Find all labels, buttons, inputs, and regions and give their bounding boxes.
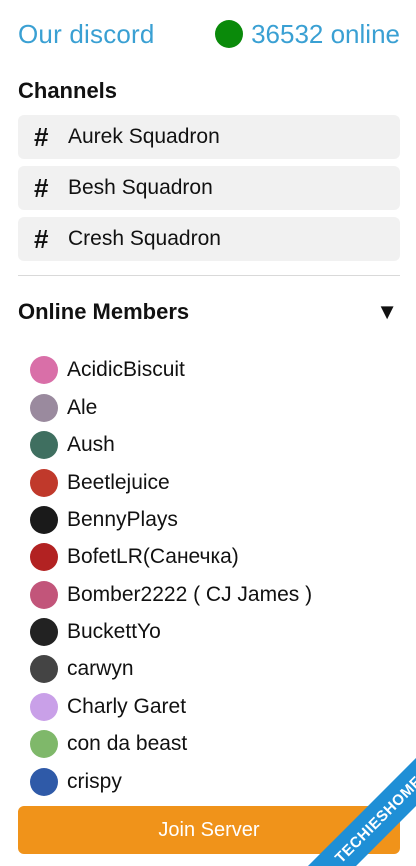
- member-name: Aush: [67, 433, 115, 456]
- watermark-ribbon: TECHIESHOME.COM: [268, 718, 416, 866]
- channel-label: Aurek Squadron: [68, 125, 220, 148]
- member-name: carwyn: [67, 657, 134, 680]
- member-name: AcidicBiscuit: [67, 358, 185, 381]
- member-item[interactable]: BuckettYo: [30, 617, 161, 647]
- member-item[interactable]: crispy: [30, 767, 122, 797]
- avatar: [30, 618, 58, 646]
- online-status-icon: [215, 20, 244, 48]
- member-item[interactable]: carwyn: [30, 654, 134, 684]
- avatar: [30, 655, 58, 683]
- online-counter: 36532 online: [215, 19, 400, 50]
- member-name: Bomber2222 ( CJ James ): [67, 583, 313, 606]
- avatar: [30, 431, 58, 459]
- avatar: [30, 356, 58, 384]
- channel-aurek-squadron[interactable]: # Aurek Squadron: [18, 115, 400, 159]
- discord-widget: Our discord 36532 online Channels # Aure…: [0, 0, 416, 866]
- members-title: Online Members: [18, 299, 190, 324]
- collapse-triangle-icon[interactable]: ▼: [376, 299, 398, 325]
- member-name: Beetlejuice: [67, 471, 170, 494]
- avatar: [30, 543, 58, 571]
- hash-icon: #: [34, 223, 49, 254]
- channel-cresh-squadron[interactable]: # Cresh Squadron: [18, 217, 400, 261]
- member-name: BofetLR(Санечка): [67, 545, 239, 568]
- member-item[interactable]: AcidicBiscuit: [30, 355, 185, 385]
- widget-header: Our discord 36532 online: [18, 14, 400, 54]
- member-item[interactable]: Aush: [30, 430, 115, 460]
- member-item[interactable]: Charly Garet: [30, 692, 186, 722]
- section-divider: [18, 275, 400, 276]
- member-name: crispy: [67, 770, 122, 793]
- channel-besh-squadron[interactable]: # Besh Squadron: [18, 166, 400, 210]
- channel-label: Cresh Squadron: [68, 227, 221, 250]
- hash-icon: #: [34, 172, 49, 203]
- avatar: [30, 730, 58, 758]
- avatar: [30, 469, 58, 497]
- members-header[interactable]: Online Members ▼: [18, 296, 400, 328]
- member-item[interactable]: con da beast: [30, 729, 187, 759]
- member-item[interactable]: BofetLR(Санечка): [30, 542, 239, 572]
- member-item[interactable]: BennyPlays: [30, 505, 178, 535]
- member-name: BennyPlays: [67, 508, 178, 531]
- avatar: [30, 394, 58, 422]
- member-name: con da beast: [67, 732, 188, 755]
- avatar: [30, 768, 58, 796]
- watermark-text: TECHIESHOME.COM: [306, 718, 416, 866]
- avatar: [30, 506, 58, 534]
- widget-title[interactable]: Our discord: [18, 19, 155, 50]
- online-count: 36532 online: [251, 18, 400, 49]
- channel-label: Besh Squadron: [68, 176, 213, 199]
- avatar: [30, 693, 58, 721]
- member-name: Ale: [67, 396, 98, 419]
- member-name: Charly Garet: [67, 695, 187, 718]
- hash-icon: #: [34, 121, 49, 152]
- member-item[interactable]: Beetlejuice: [30, 468, 170, 498]
- member-item[interactable]: Ale: [30, 393, 97, 423]
- member-name: BuckettYo: [67, 620, 161, 643]
- member-item[interactable]: Bomber2222 ( CJ James ): [30, 580, 312, 610]
- avatar: [30, 581, 58, 609]
- channels-title: Channels: [18, 78, 118, 103]
